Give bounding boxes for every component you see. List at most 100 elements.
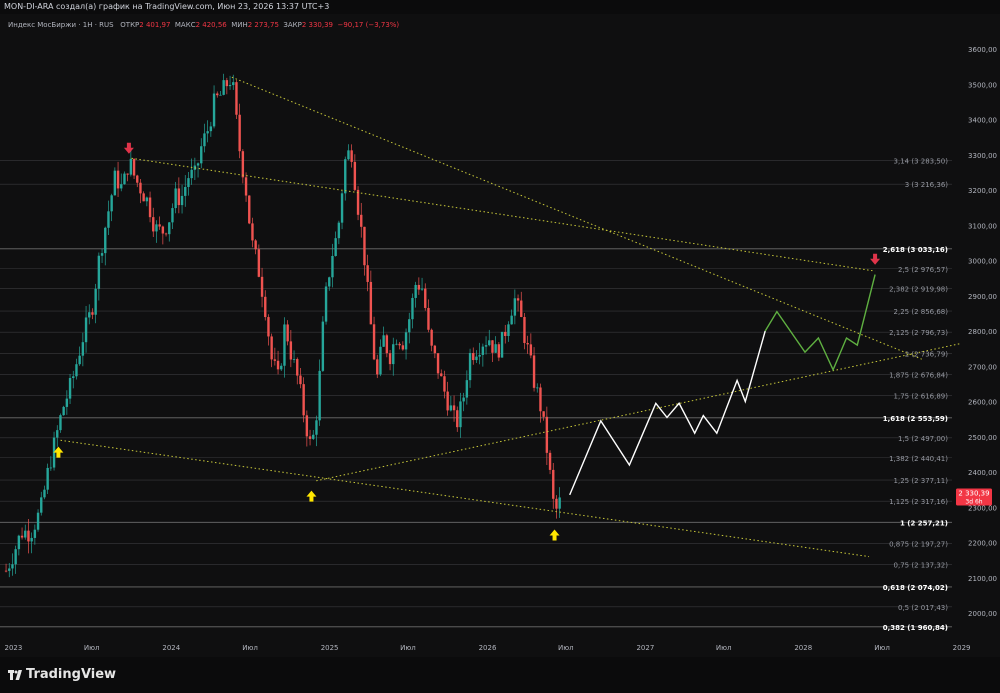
fib-level-label: 0,875 (2 197,27) [889, 540, 948, 548]
current-price-value: 2 330,39 [958, 490, 989, 498]
candle-body [145, 197, 149, 202]
candle-body [97, 255, 101, 289]
candle-body [180, 195, 184, 206]
candle-body [529, 344, 533, 356]
candle-body [504, 331, 507, 336]
y-axis-tick-label: 2500,00 [968, 434, 997, 442]
candle-body [334, 238, 337, 256]
candle-body [11, 564, 14, 569]
candle-body [462, 397, 465, 402]
current-price-timer: 3d 6h [965, 499, 982, 506]
candle-body [513, 298, 517, 316]
candle-body [350, 150, 353, 162]
candle-body [152, 217, 155, 232]
y-axis-tick-label: 3000,00 [968, 258, 997, 266]
candle-body [222, 80, 225, 95]
fib-level-label: 1,382 (2 440,41) [889, 455, 948, 463]
candle-body [414, 284, 417, 298]
candle-body [209, 126, 213, 132]
candle-body [116, 170, 120, 189]
candle-body [411, 297, 414, 320]
candle-body [404, 332, 408, 350]
candle-body [302, 384, 305, 416]
candle-body [56, 430, 59, 438]
candle-body [385, 335, 389, 354]
candle-body [196, 163, 200, 166]
fib-level-label: 0,618 (2 074,02) [883, 584, 948, 592]
y-axis-tick-label: 2100,00 [968, 575, 997, 583]
candle-body [75, 364, 78, 377]
x-axis-tick-label: Июл [874, 644, 890, 652]
trendline [131, 157, 876, 272]
candle-body [526, 342, 529, 345]
y-axis-tick-label: 3600,00 [968, 46, 997, 54]
candle-body [225, 80, 229, 87]
candle-body [254, 240, 257, 250]
candle-body [123, 173, 126, 185]
y-axis-tick-label: 2800,00 [968, 328, 997, 336]
projection-path [569, 330, 766, 496]
candle-body [174, 188, 177, 209]
candle-body [558, 497, 561, 509]
candle-body [235, 82, 238, 115]
candle-body [212, 93, 216, 127]
candle-body [100, 253, 104, 256]
y-axis-tick-label: 2700,00 [968, 363, 997, 371]
candle-body [312, 434, 315, 439]
candle-body [398, 343, 401, 346]
y-axis-tick-label: 2200,00 [968, 540, 997, 548]
candle-body [456, 410, 459, 428]
candle-body [472, 352, 475, 361]
candle-body [238, 114, 241, 152]
candle-body [46, 467, 49, 490]
candle-body [491, 340, 494, 353]
trendline [316, 342, 962, 482]
candle-body [542, 411, 545, 417]
candle-body [510, 315, 513, 325]
candle-body [155, 224, 158, 232]
candle-body [331, 255, 334, 278]
candle-body [276, 360, 280, 370]
candle-body [363, 226, 366, 266]
candle-body [430, 329, 433, 346]
candle-body [539, 387, 542, 412]
candle-body [315, 420, 318, 435]
price-chart[interactable]: 3,14 (3 283,50) 3 (3 216,36) 2,618 (3 033,… [0, 14, 1000, 657]
candle-body [8, 568, 11, 571]
arrow-up-icon [549, 529, 560, 541]
candle-body [283, 324, 286, 366]
y-axis-tick-label: 3100,00 [968, 222, 997, 230]
top-bar: MON-DI-ARA создал(а) график на TradingVi… [0, 0, 1000, 14]
candle-body [344, 159, 347, 194]
candle-body [142, 193, 145, 202]
arrow-down-icon [870, 253, 881, 265]
candle-body [507, 324, 510, 336]
y-axis-tick-label: 3200,00 [968, 187, 997, 195]
candle-body [468, 352, 472, 381]
candle-body [475, 356, 478, 361]
candle-body [120, 184, 123, 189]
candle-body [545, 416, 549, 453]
candle-body [241, 151, 245, 178]
x-axis-tick-label: 2028 [794, 644, 812, 652]
tradingview-logo[interactable]: TradingView [8, 667, 116, 682]
y-axis-tick-label: 3400,00 [968, 117, 997, 125]
tradingview-brand: TradingView [26, 667, 117, 682]
candle-body [353, 161, 357, 190]
candle-body [481, 346, 485, 355]
x-axis-tick-label: Июл [400, 644, 416, 652]
candle-body [72, 376, 75, 379]
y-axis-tick-label: 2000,00 [968, 610, 997, 618]
x-axis-tick-label: 2026 [479, 644, 497, 652]
tradingview-logo-icon [8, 669, 22, 680]
fib-level-label: 1,875 (2 676,84) [889, 371, 948, 379]
candle-body [446, 391, 449, 411]
candle-body [136, 175, 139, 183]
candle-body [65, 398, 69, 407]
fib-level-label: 1,125 (2 317,16) [889, 498, 948, 506]
candle-body [27, 530, 30, 542]
fib-level-label: 1 (2 257,21) [900, 519, 948, 527]
candle-body [494, 344, 497, 353]
candle-body [177, 188, 181, 206]
candle-body [171, 208, 174, 223]
